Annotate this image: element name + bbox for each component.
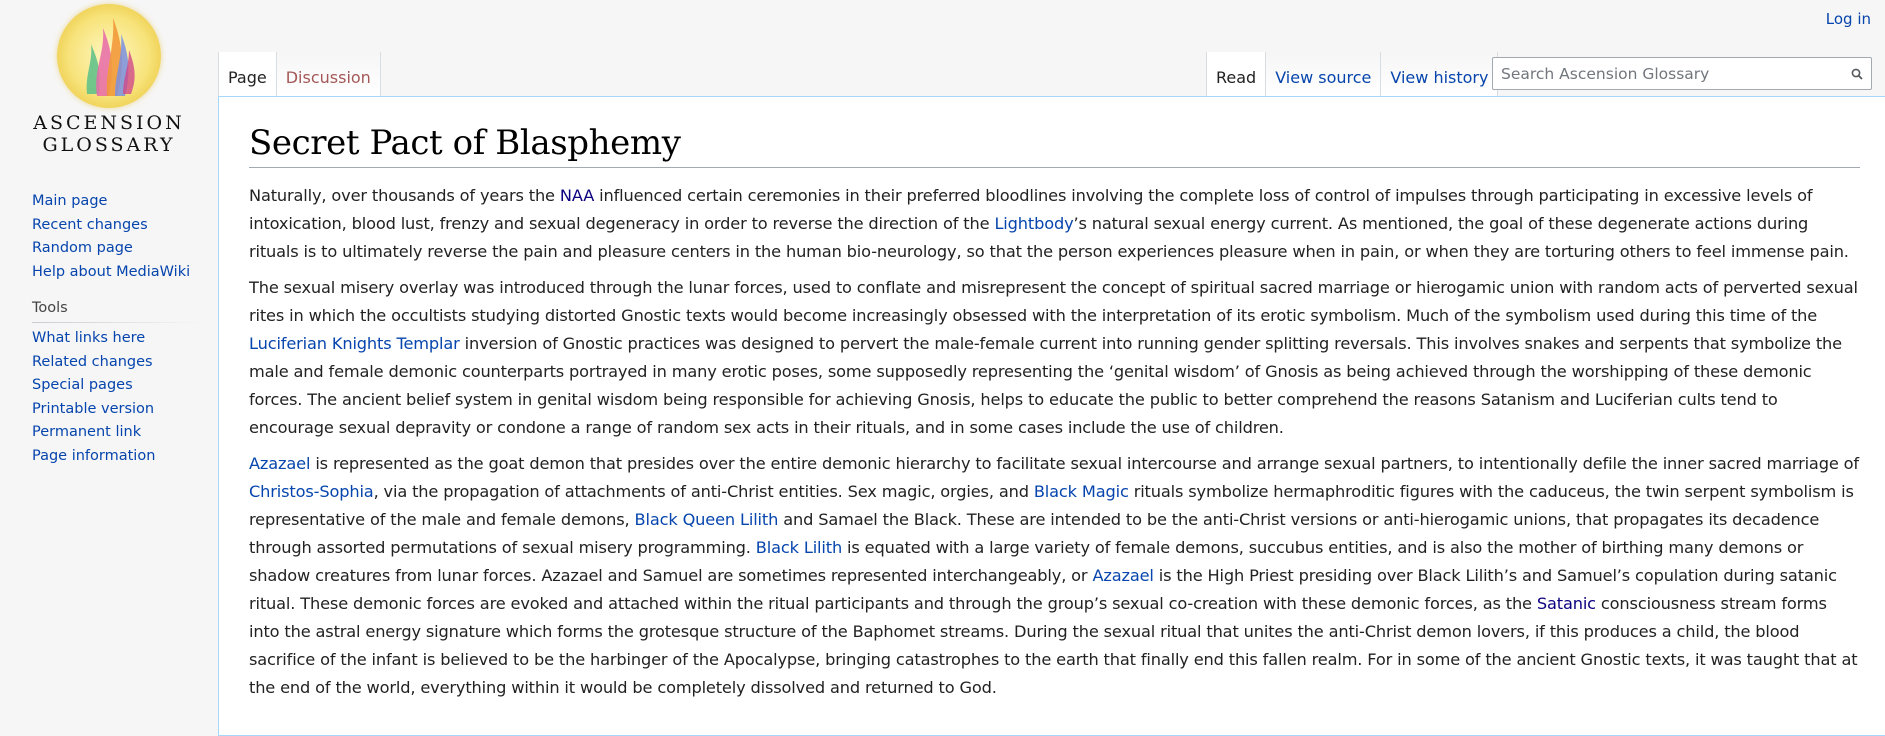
tab-discussion-label[interactable]: Discussion [286,68,371,87]
tab-discussion[interactable]: Discussion [275,52,381,96]
tab-view-source-label[interactable]: View source [1275,68,1371,87]
site-logo[interactable]: ASCENSION GLOSSARY [0,0,218,160]
sidebar-link[interactable]: Related changes [32,354,153,370]
link-satanic[interactable]: Satanic [1537,594,1596,613]
tab-view-history[interactable]: View history [1380,52,1499,96]
link-azazael[interactable]: Azazael [249,454,310,473]
text: Naturally, over thousands of years the [249,186,560,205]
link-azazael[interactable]: Azazael [1092,566,1153,585]
tab-page[interactable]: Page [218,52,276,96]
tab-page-label[interactable]: Page [228,68,267,87]
link-naa[interactable]: NAA [560,186,594,205]
namespace-tabs: Page Discussion [218,52,381,96]
article-paragraph: Azazael is represented as the goat demon… [249,450,1860,702]
sidebar: Main page Recent changes Random page Hel… [32,190,202,468]
link-black-magic[interactable]: Black Magic [1034,482,1129,501]
sidebar-item-special-pages: Special pages [32,374,202,398]
article-paragraph: The sexual misery overlay was introduced… [249,274,1860,442]
link-lightbody[interactable]: Lightbody [994,214,1073,233]
sidebar-link[interactable]: Permanent link [32,424,141,440]
article-paragraph: Naturally, over thousands of years the N… [249,182,1860,266]
link-christos-sophia[interactable]: Christos-Sophia [249,482,374,501]
login-link[interactable]: Log in [1826,10,1871,28]
text: is represented as the goat demon that pr… [310,454,1859,473]
tab-read-label[interactable]: Read [1216,68,1256,87]
sidebar-tools: What links here Related changes Special … [32,327,202,468]
page-title: Secret Pact of Blasphemy [249,121,1860,168]
tools-heading: Tools [32,300,202,323]
sidebar-item-what-links-here: What links here [32,327,202,351]
site-name: ASCENSION GLOSSARY [33,112,185,156]
sidebar-item-help: Help about MediaWiki [32,261,202,285]
sidebar-link[interactable]: Main page [32,193,107,209]
tab-read[interactable]: Read [1206,52,1266,96]
flame-logo-icon [57,4,161,108]
sidebar-link[interactable]: Printable version [32,401,154,417]
sidebar-link[interactable]: Page information [32,448,155,464]
link-black-queen-lilith[interactable]: Black Queen Lilith [635,510,779,529]
text: The sexual misery overlay was introduced… [249,278,1858,325]
sidebar-link[interactable]: Random page [32,240,133,256]
sidebar-item-random-page: Random page [32,237,202,261]
search-button[interactable] [1843,59,1871,89]
search-icon [1851,68,1863,80]
search-box [1492,57,1872,90]
sidebar-link[interactable]: What links here [32,330,145,346]
tab-view-source[interactable]: View source [1265,52,1381,96]
text: , via the propagation of attachments of … [373,482,1034,501]
sidebar-link[interactable]: Recent changes [32,217,148,233]
tab-view-history-label[interactable]: View history [1390,68,1488,87]
search-input[interactable] [1493,58,1843,89]
sidebar-link[interactable]: Special pages [32,377,133,393]
sidebar-link[interactable]: Help about MediaWiki [32,264,190,280]
sidebar-item-related-changes: Related changes [32,351,202,375]
sidebar-item-printable-version: Printable version [32,398,202,422]
view-tabs: Read View source View history [1206,52,1499,96]
sidebar-item-recent-changes: Recent changes [32,214,202,238]
main-content: Secret Pact of Blasphemy Naturally, over… [218,96,1885,736]
sidebar-item-main-page: Main page [32,190,202,214]
sidebar-item-permanent-link: Permanent link [32,421,202,445]
sidebar-item-page-information: Page information [32,445,202,469]
personal-tools: Log in [1826,10,1871,28]
link-luciferian-knights-templar[interactable]: Luciferian Knights Templar [249,334,460,353]
text: inversion of Gnostic practices was desig… [249,334,1842,437]
sidebar-navigation: Main page Recent changes Random page Hel… [32,190,202,284]
link-black-lilith[interactable]: Black Lilith [756,538,842,557]
